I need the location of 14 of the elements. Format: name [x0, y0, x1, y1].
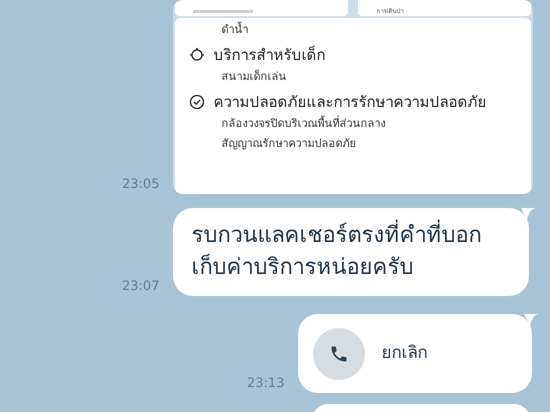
message-text: รบกวนแลคเชอร์ตรงที่คำที่บอกเก็บค่าบริการหน่อยครับ	[191, 220, 512, 284]
section-heading: บริการสำหรับเด็ก	[213, 46, 326, 64]
amenity-item: สนามเด็กเล่น	[220, 69, 288, 84]
message-time: 23:05	[122, 176, 160, 194]
check-circle-icon	[189, 94, 206, 110]
amenity-item: ดำน้ำ	[220, 22, 250, 37]
amenity-item: สัญญาณรักษาความปลอดภัย	[220, 136, 356, 151]
bubble-tail-icon	[524, 314, 538, 326]
message-time: 23:13	[247, 374, 284, 392]
section-heading: ความปลอดภัยและการรักษาความปลอดภัย	[213, 93, 486, 111]
amenity-item: กล้องวงจรปิดบริเวณพื้นที่ส่วนกลาง	[220, 116, 386, 131]
call-bubble[interactable]: ยกเลิก	[298, 314, 532, 393]
message-time: 23:07	[122, 278, 160, 296]
call-status: ยกเลิก	[381, 342, 428, 365]
